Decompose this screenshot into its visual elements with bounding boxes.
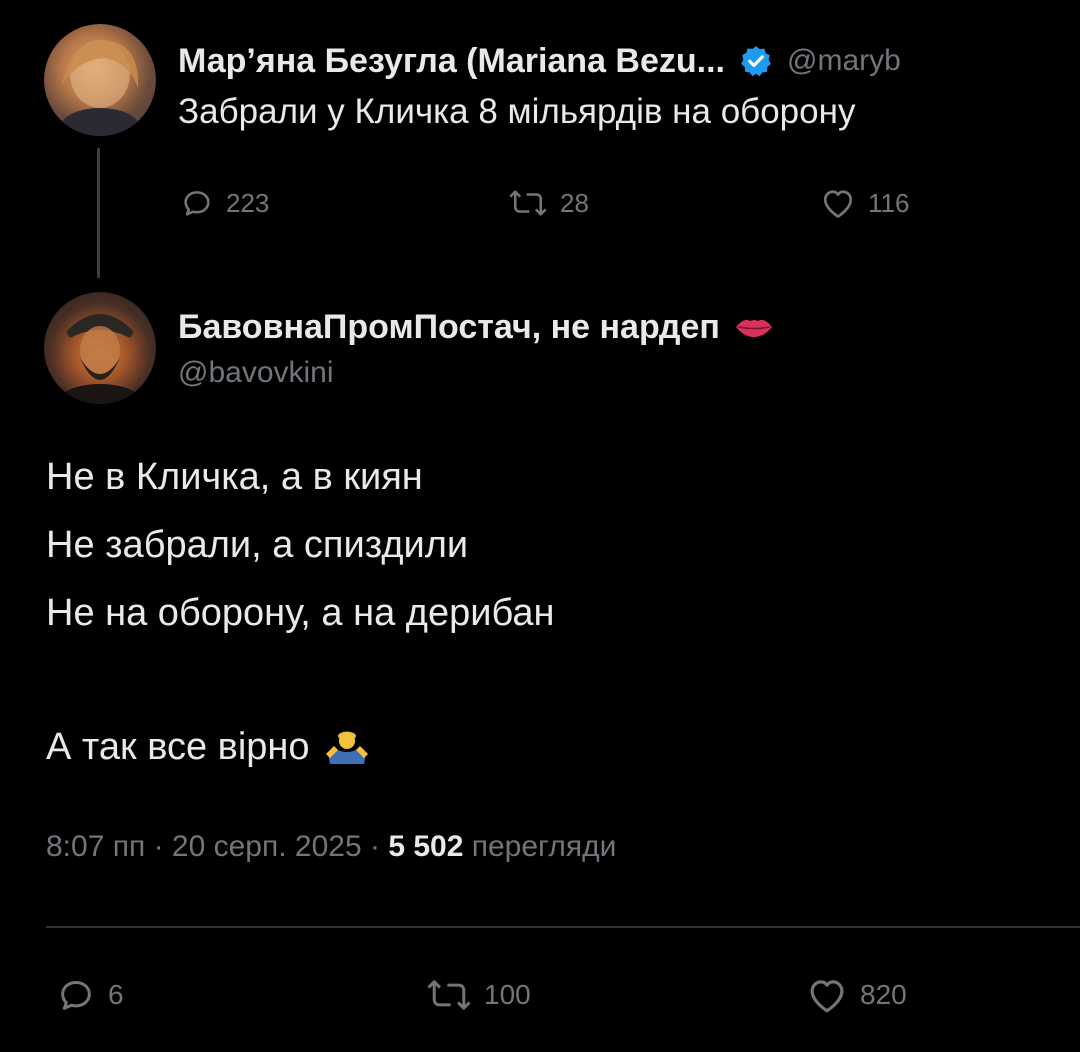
verified-badge-icon: [741, 46, 771, 77]
meta-separator: ·: [153, 830, 164, 863]
reply-icon: [61, 981, 91, 1010]
views-count: 5 502: [388, 830, 464, 863]
reply-metadata: 8:07 пп · 20 серп. 2025 · 5 502 перегляд…: [46, 830, 616, 864]
reply-author-avatar[interactable]: [44, 292, 156, 404]
lips-icon: [735, 319, 772, 337]
reply-reply-count: 6: [108, 979, 124, 1010]
parent-repost-button[interactable]: 28: [508, 186, 589, 220]
avatar-photo-icon: [60, 314, 140, 404]
reply-time[interactable]: 8:07 пп: [46, 830, 145, 863]
views-label: перегляди: [471, 830, 617, 863]
reply-repost-button[interactable]: 100: [426, 975, 531, 1015]
parent-like-count: 116: [868, 187, 910, 218]
reply-like-button[interactable]: 820: [806, 975, 907, 1015]
reply-repost-count: 100: [484, 979, 531, 1010]
parent-display-name[interactable]: Мар’яна Безугла (Mariana Bezu...: [178, 42, 725, 81]
man-shrugging-icon: [325, 731, 368, 764]
parent-author-avatar[interactable]: [44, 24, 156, 136]
parent-reply-count: 223: [226, 187, 270, 218]
reply-author-name-row: БавовнаПромПостач, не нардеп: [178, 302, 774, 352]
parent-repost-count: 28: [560, 187, 589, 218]
parent-like-button[interactable]: 116: [820, 186, 909, 220]
parent-reply-button[interactable]: 223: [180, 186, 269, 220]
parent-tweet-text: Забрали у Кличка 8 мільярдів на оборону: [178, 92, 856, 131]
reply-icon: [184, 191, 210, 216]
thread-connector-line: [97, 148, 100, 278]
repost-icon: [427, 980, 471, 1010]
reply-text-line: А так все вірно: [46, 725, 310, 768]
repost-icon: [509, 190, 547, 216]
divider: [46, 926, 1080, 928]
reply-reply-button[interactable]: 6: [56, 975, 124, 1015]
parent-handle[interactable]: @maryb: [787, 44, 901, 78]
reply-text-line: Не забрали, а спиздили: [46, 524, 469, 566]
reply-handle[interactable]: @bavovkini: [178, 356, 334, 390]
heart-icon: [810, 980, 844, 1013]
parent-author-name-row: Мар’яна Безугла (Mariana Bezu... @maryb: [178, 36, 1080, 86]
reply-text-line: Не в Кличка, а в киян: [46, 456, 423, 498]
meta-separator: ·: [369, 830, 380, 863]
reply-text-line: Не на оборону, а на дерибан: [46, 592, 555, 634]
reply-date[interactable]: 20 серп. 2025: [172, 830, 362, 863]
reply-display-name[interactable]: БавовнаПромПостач, не нардеп: [178, 308, 720, 347]
avatar-photo-icon: [60, 39, 140, 136]
reply-text-line-last: А так все вірно: [46, 724, 370, 770]
reply-like-count: 820: [860, 979, 907, 1010]
heart-icon: [823, 190, 853, 218]
